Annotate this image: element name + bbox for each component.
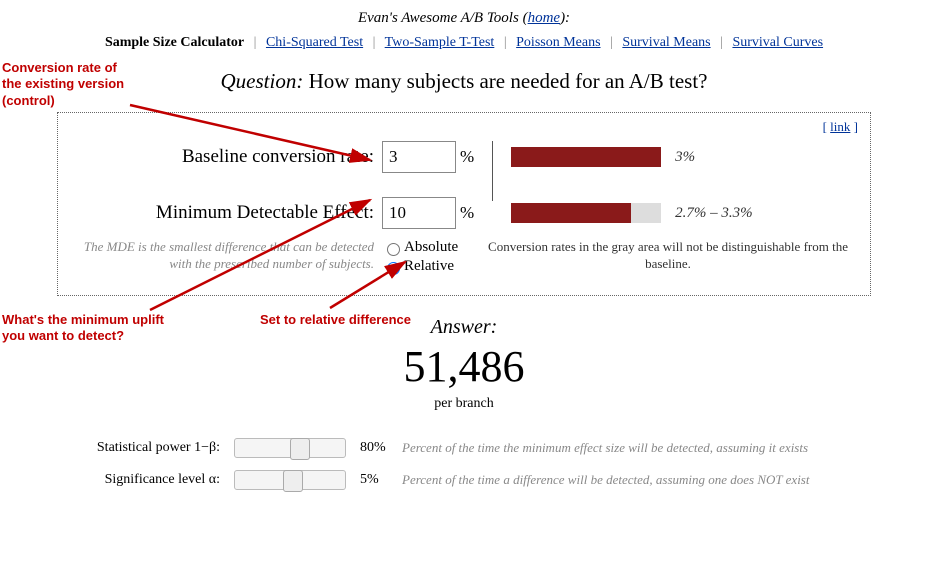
baseline-bar	[511, 147, 661, 167]
nav-current: Sample Size Calculator	[105, 35, 244, 50]
power-slider[interactable]	[234, 438, 346, 458]
alpha-label: Significance level α:	[50, 472, 234, 488]
power-desc: Percent of the time the minimum effect s…	[402, 440, 808, 456]
alpha-row: Significance level α: 5% Percent of the …	[20, 470, 908, 490]
permalink-link[interactable]: link	[830, 119, 850, 134]
tool-nav: Sample Size Calculator | Chi-Squared Tes…	[20, 35, 908, 51]
power-label: Statistical power 1−β:	[50, 440, 234, 456]
baseline-row: Baseline conversion rate: % 3%	[74, 127, 854, 187]
alpha-value: 5%	[360, 472, 402, 488]
baseline-label: Baseline conversion rate:	[74, 146, 382, 168]
mde-row: Minimum Detectable Effect: % 2.7% – 3.3%	[74, 197, 854, 229]
mde-label: Minimum Detectable Effect:	[74, 202, 382, 224]
gray-area-note: Conversion rates in the gray area will n…	[482, 239, 854, 277]
answer-sub: per branch	[20, 396, 908, 412]
baseline-input[interactable]	[382, 141, 456, 173]
nav-poisson-means[interactable]: Poisson Means	[516, 35, 600, 50]
nav-survival-means[interactable]: Survival Means	[622, 35, 710, 50]
nav-two-sample-t[interactable]: Two-Sample T-Test	[385, 35, 495, 50]
answer-label: Answer:	[20, 316, 908, 339]
relative-option[interactable]: Relative	[382, 258, 482, 275]
absolute-radio[interactable]	[387, 243, 400, 256]
answer-value: 51,486	[20, 341, 908, 392]
nav-chi-squared[interactable]: Chi-Squared Test	[266, 35, 363, 50]
mde-bar	[511, 203, 661, 223]
alpha-slider[interactable]	[234, 470, 346, 490]
question-line: Question: How many subjects are needed f…	[20, 69, 908, 94]
nav-survival-curves[interactable]: Survival Curves	[732, 35, 823, 50]
relative-label: Relative	[404, 258, 454, 275]
mde-bar-label: 2.7% – 3.3%	[675, 205, 753, 222]
options-row: The MDE is the smallest difference that …	[74, 239, 854, 277]
question-label: Question:	[221, 69, 304, 93]
baseline-pct: %	[460, 147, 474, 167]
baseline-bar-label: 3%	[675, 149, 695, 166]
site-title: Evan's Awesome A/B Tools	[358, 10, 519, 26]
inputs-panel: [ link ] Baseline conversion rate: % 3% …	[57, 112, 871, 296]
answer-block: Answer: 51,486 per branch	[20, 316, 908, 412]
mde-note: The MDE is the smallest difference that …	[74, 239, 382, 277]
site-header: Evan's Awesome A/B Tools (home):	[20, 10, 908, 27]
mde-pct: %	[460, 203, 474, 223]
alpha-desc: Percent of the time a difference will be…	[402, 472, 809, 488]
absolute-option[interactable]: Absolute	[382, 239, 482, 256]
relative-radio[interactable]	[387, 262, 400, 275]
power-row: Statistical power 1−β: 80% Percent of th…	[20, 438, 908, 458]
permalink: [ link ]	[823, 119, 858, 135]
mde-input[interactable]	[382, 197, 456, 229]
home-link[interactable]: home	[528, 10, 561, 26]
question-text: How many subjects are needed for an A/B …	[309, 69, 708, 93]
power-value: 80%	[360, 440, 402, 456]
absolute-label: Absolute	[404, 239, 458, 256]
